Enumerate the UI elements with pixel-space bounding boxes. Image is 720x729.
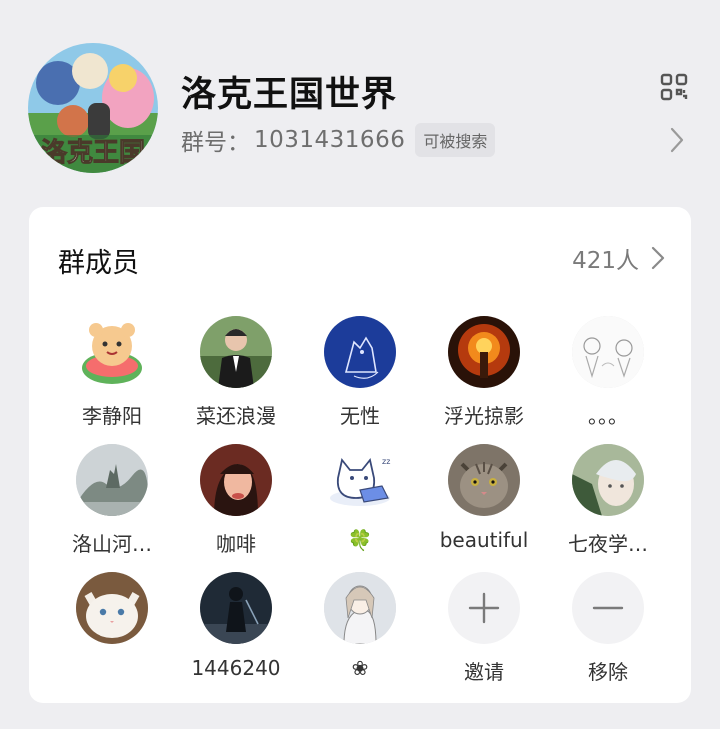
man-in-suit-avatar xyxy=(200,316,272,388)
remove-button[interactable]: 移除 xyxy=(546,572,670,692)
svg-text:zz: zz xyxy=(382,457,390,466)
member-item[interactable]: 菜还浪漫 xyxy=(174,316,298,436)
remove-label: 移除 xyxy=(588,660,628,684)
group-name: 洛克王国世界 xyxy=(181,75,398,115)
member-count: 421人 xyxy=(572,248,639,274)
pencil-sketch-avatar xyxy=(572,316,644,388)
member-item[interactable]: 无性 xyxy=(298,316,422,436)
member-name: 🍀 xyxy=(347,528,373,552)
member-name: 李静阳 xyxy=(82,404,142,428)
members-title: 群成员 xyxy=(58,248,139,279)
blue-cat-sketch-avatar xyxy=(324,316,396,388)
member-name: beautiful xyxy=(439,528,529,552)
cartoon-cat-laptop-avatar: zz xyxy=(324,444,396,516)
member-item[interactable]: zz 🍀 xyxy=(298,444,422,564)
member-name: ❀ xyxy=(351,656,369,680)
group-avatar[interactable]: 洛克王国 xyxy=(28,43,158,173)
member-item[interactable] xyxy=(50,572,174,692)
white-hair-person-avatar xyxy=(572,444,644,516)
member-item[interactable]: 洛山河… xyxy=(50,444,174,564)
chevron-right-icon[interactable] xyxy=(668,126,686,154)
member-name: 七夜学… xyxy=(568,532,648,556)
member-item[interactable]: 浮光掠影 xyxy=(422,316,546,436)
member-item[interactable]: 咖啡 xyxy=(174,444,298,564)
member-item[interactable]: beautiful xyxy=(422,444,546,564)
chevron-right-icon xyxy=(651,246,665,270)
member-name: 。。。 xyxy=(588,404,628,428)
invite-label: 邀请 xyxy=(464,660,504,684)
members-card: 群成员 421人 李静阳 菜还浪漫 无性 浮光掠影 。。。 洛山河… 咖啡 zz… xyxy=(29,207,691,703)
dark-warrior-avatar xyxy=(200,572,272,644)
group-avatar-caption: 洛克王国 xyxy=(41,137,145,168)
member-item[interactable]: 。。。 xyxy=(546,316,670,436)
member-name: 浮光掠影 xyxy=(444,404,524,428)
qr-code-icon[interactable] xyxy=(660,73,688,101)
invite-button[interactable]: 邀请 xyxy=(422,572,546,692)
group-id-label: 群号： xyxy=(181,130,250,156)
foggy-landscape-avatar xyxy=(76,444,148,516)
minus-icon xyxy=(572,572,644,644)
member-name: 无性 xyxy=(340,404,380,428)
member-name: 1446240 xyxy=(191,656,281,680)
plus-icon xyxy=(448,572,520,644)
fire-figure-avatar xyxy=(448,316,520,388)
group-id-row: 群号： 1031431666 可被搜索 xyxy=(181,122,496,158)
group-header: 洛克王国 洛克王国世界 群号： 1031431666 可被搜索 xyxy=(0,0,720,200)
member-item[interactable]: ❀ xyxy=(298,572,422,692)
bear-in-watermelon-avatar xyxy=(76,316,148,388)
tabby-cat-avatar xyxy=(448,444,520,516)
white-kitten-avatar xyxy=(76,572,148,644)
member-name: 菜还浪漫 xyxy=(196,404,276,428)
member-item[interactable]: 李静阳 xyxy=(50,316,174,436)
group-id-number: 1031431666 xyxy=(254,127,406,153)
member-item[interactable]: 1446240 xyxy=(174,572,298,692)
anime-girl-sketch-avatar xyxy=(324,572,396,644)
member-count-link[interactable]: 421人 xyxy=(572,241,665,275)
member-name: 洛山河… xyxy=(72,532,152,556)
member-name: 咖啡 xyxy=(216,532,256,556)
member-item[interactable]: 七夜学… xyxy=(546,444,670,564)
searchable-badge: 可被搜索 xyxy=(415,123,496,157)
girl-portrait-avatar xyxy=(200,444,272,516)
